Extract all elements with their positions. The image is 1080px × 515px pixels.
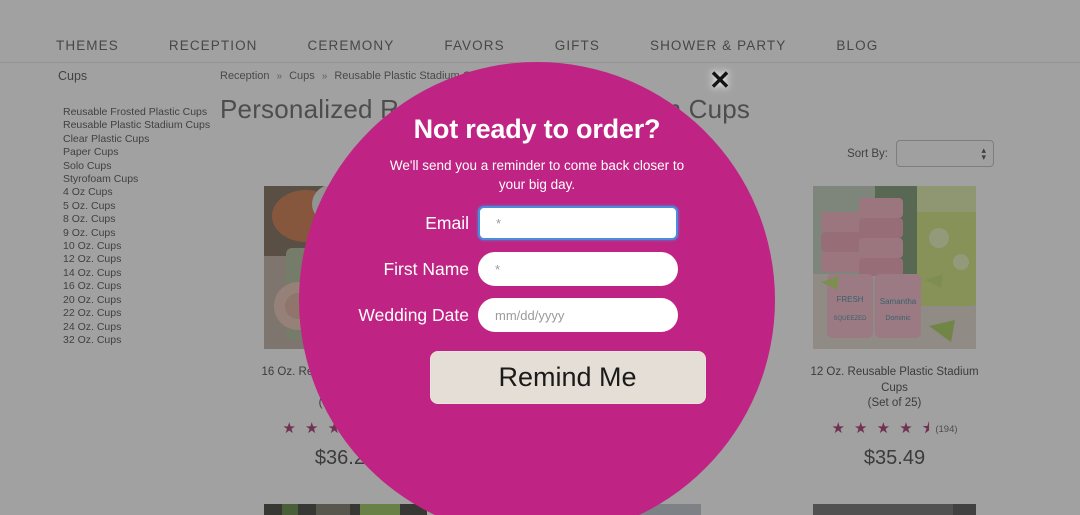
field-row-first-name: First Name xyxy=(299,252,775,286)
modal-title: Not ready to order? xyxy=(413,114,661,144)
close-x-icon[interactable]: ✕ xyxy=(705,65,735,95)
email-label: Email xyxy=(425,212,469,233)
first-name-field[interactable] xyxy=(478,252,678,286)
reminder-modal: Not ready to order? We'll send you a rem… xyxy=(299,62,775,515)
modal-subtitle: We'll send you a reminder to come back c… xyxy=(389,158,685,192)
field-row-wedding-date: Wedding Date xyxy=(299,298,775,332)
page-root: THEMESRECEPTIONCEREMONYFAVORSGIFTSSHOWER… xyxy=(0,0,1080,515)
first-name-label: First Name xyxy=(383,258,469,279)
field-row-email: Email xyxy=(299,206,775,240)
email-field[interactable] xyxy=(478,206,678,240)
wedding-date-field[interactable] xyxy=(478,298,678,332)
remind-me-button[interactable]: Remind Me xyxy=(429,351,706,404)
wedding-date-label: Wedding Date xyxy=(358,304,469,325)
